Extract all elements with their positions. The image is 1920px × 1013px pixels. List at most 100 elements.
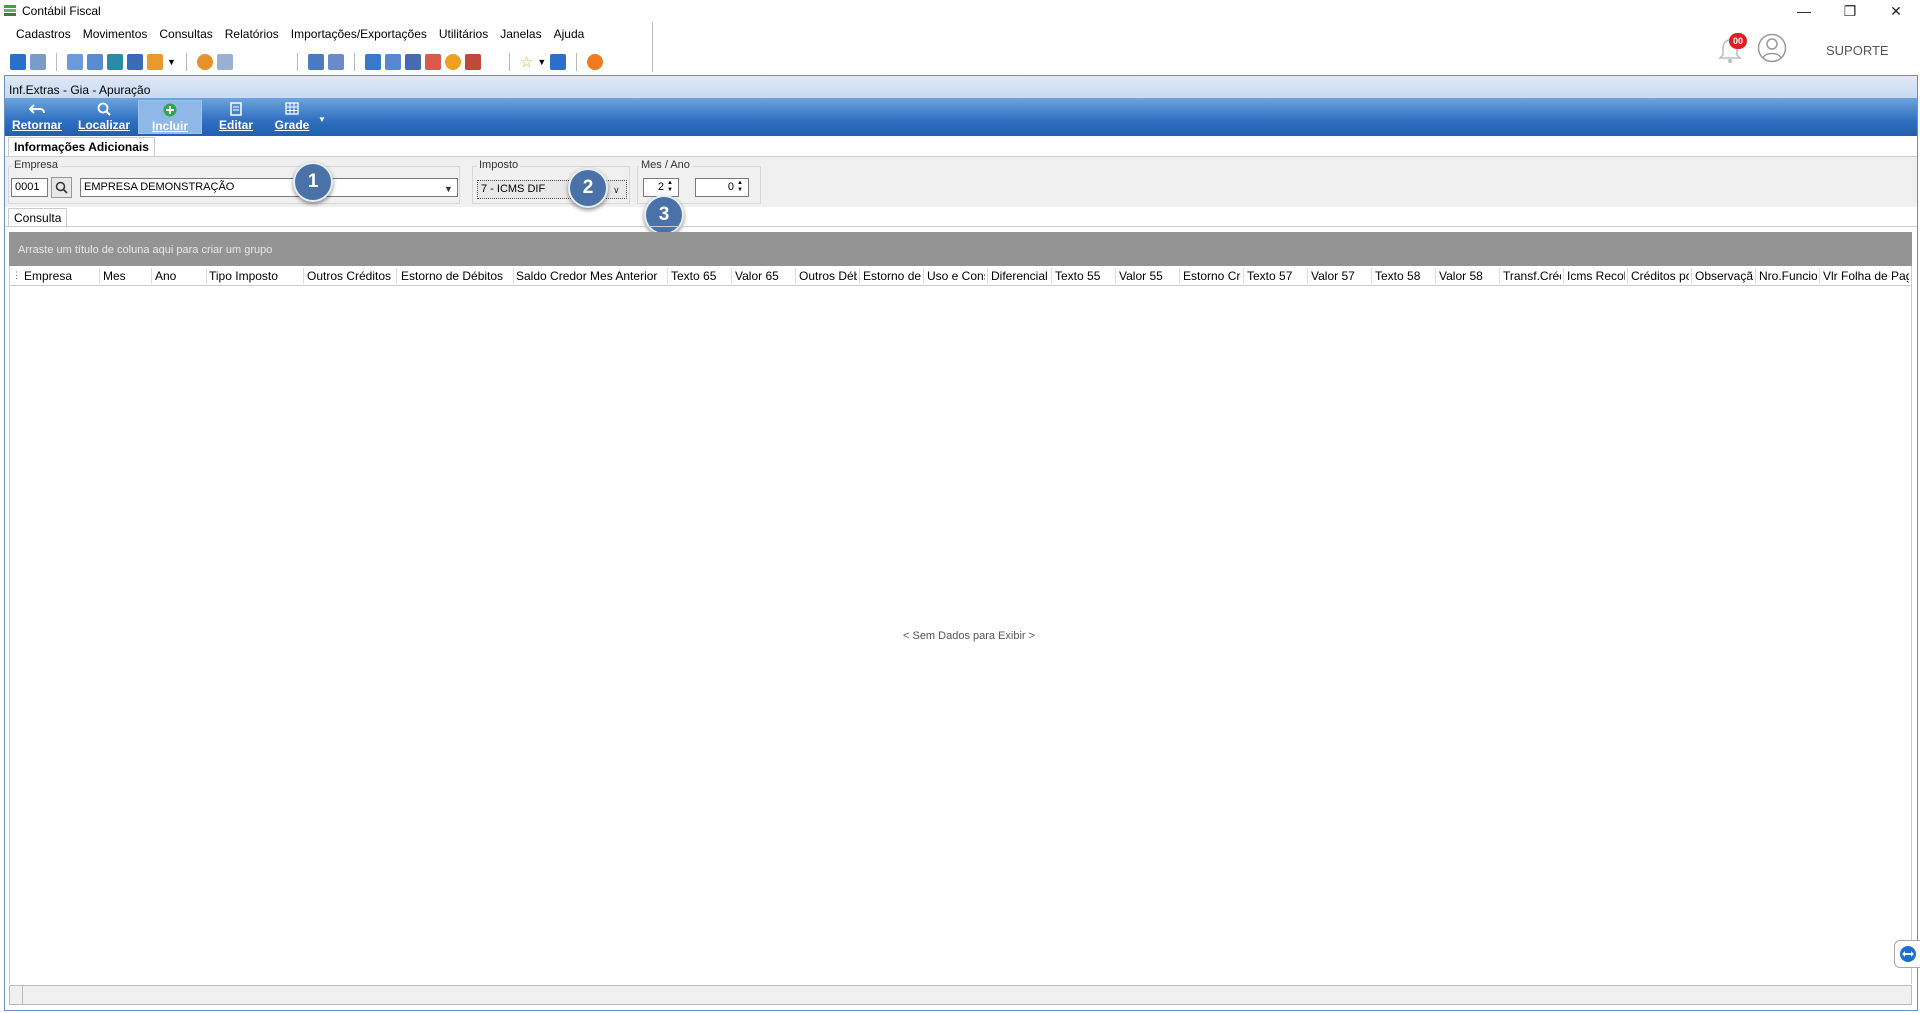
menu-relatorios[interactable]: Relatórios <box>219 25 285 45</box>
col-tipo-imposto[interactable]: Tipo Imposto <box>209 269 303 284</box>
col-separator <box>987 268 988 284</box>
edit-icon <box>230 102 242 116</box>
col-estorno-creditos[interactable]: Estorno Créd <box>1183 269 1241 284</box>
editar-label: Editar <box>218 118 253 132</box>
menu-importacoes[interactable]: Importações/Exportações <box>285 25 433 45</box>
col-separator <box>99 268 100 284</box>
calendar-icon[interactable] <box>127 54 143 70</box>
localizar-label: Localizar <box>77 118 131 132</box>
menu-movimentos[interactable]: Movimentos <box>77 25 154 45</box>
col-valor-65[interactable]: Valor 65 <box>735 269 793 284</box>
empresa-select[interactable]: EMPRESA DEMONSTRAÇÃO <box>80 178 458 197</box>
power-icon[interactable] <box>587 54 604 70</box>
folder-icon[interactable] <box>10 54 26 70</box>
empresa-search-button[interactable] <box>51 177 72 198</box>
col-separator <box>513 268 514 284</box>
col-valor-58[interactable]: Valor 58 <box>1439 269 1497 284</box>
export-icon[interactable] <box>307 54 324 70</box>
col-valor-55[interactable]: Valor 55 <box>1119 269 1177 284</box>
menu-cadastros[interactable]: Cadastros <box>10 25 77 45</box>
col-uso-consumo[interactable]: Uso e Consu <box>927 269 985 284</box>
col-icms-recolher[interactable]: Icms Recolh <box>1567 269 1625 284</box>
data-grid <box>9 266 1912 984</box>
chevron-down-icon[interactable]: ▼ <box>167 57 176 67</box>
col-valor-57[interactable]: Valor 57 <box>1311 269 1369 284</box>
pdf-icon[interactable] <box>464 54 481 70</box>
menu-utilitarios[interactable]: Utilitários <box>433 25 494 45</box>
col-ano[interactable]: Ano <box>155 269 203 284</box>
mail-icon[interactable] <box>424 54 441 70</box>
retornar-button[interactable]: Retornar <box>9 100 65 134</box>
col-diferencial[interactable]: Diferencial d <box>991 269 1049 284</box>
col-texto-57[interactable]: Texto 57 <box>1247 269 1305 284</box>
col-texto-65[interactable]: Texto 65 <box>671 269 729 284</box>
col-creditos-por[interactable]: Créditos por <box>1631 269 1689 284</box>
smile-icon[interactable] <box>444 54 461 70</box>
restore-button[interactable]: ❐ <box>1827 0 1873 22</box>
grade-label: Grade <box>274 118 310 132</box>
chevron-down-icon[interactable]: ▼ <box>318 115 326 124</box>
globe-icon[interactable] <box>196 54 213 70</box>
col-transf-creditos[interactable]: Transf.Crédi <box>1503 269 1561 284</box>
table-icon[interactable] <box>364 54 381 70</box>
search-icon <box>55 181 68 194</box>
col-saldo-credor[interactable]: Saldo Credor Mes Anterior <box>516 269 666 284</box>
tab-consulta[interactable]: Consulta <box>8 208 68 227</box>
close-button[interactable]: ✕ <box>1873 0 1919 22</box>
minimize-button[interactable]: — <box>1781 0 1827 22</box>
col-nro-funcionarios[interactable]: Nro.Funcion <box>1759 269 1817 284</box>
info-icon[interactable] <box>550 54 567 70</box>
col-vlr-folha-pagto[interactable]: Vlr Folha de Pagto <box>1823 269 1909 284</box>
col-outros-debitos[interactable]: Outros Débit <box>799 269 857 284</box>
chevron-down-icon[interactable]: ∨ <box>613 185 620 196</box>
star-icon[interactable]: ☆ <box>520 53 533 71</box>
menu-consultas[interactable]: Consultas <box>153 25 218 45</box>
chevron-down-icon[interactable]: ▼ <box>444 184 453 194</box>
col-mes[interactable]: Mes <box>103 269 151 284</box>
col-estorno-debitos[interactable]: Estorno de Débitos <box>401 269 514 284</box>
col-observacao[interactable]: Observação <box>1695 269 1753 284</box>
calculator-icon[interactable] <box>384 54 401 70</box>
user-icon[interactable] <box>1757 33 1787 63</box>
col-separator <box>1499 268 1500 284</box>
column-chooser-icon[interactable]: ⋮ <box>12 270 21 281</box>
col-texto-58[interactable]: Texto 58 <box>1375 269 1433 284</box>
chevron-down-icon[interactable]: ▼ <box>537 57 546 67</box>
col-separator <box>1435 268 1436 284</box>
grade-button[interactable]: Grade <box>270 100 314 134</box>
document-title: Inf.Extras - Gia - Apuração <box>9 83 151 97</box>
col-outros-creditos[interactable]: Outros Créditos <box>307 269 397 284</box>
col-empresa[interactable]: Empresa <box>24 269 98 284</box>
menu-divider <box>652 22 653 72</box>
localizar-button[interactable]: Localizar <box>75 100 133 134</box>
chart-icon[interactable] <box>147 54 163 70</box>
group-by-panel[interactable] <box>9 232 1912 266</box>
toolbar-separator <box>353 53 355 71</box>
col-separator <box>303 268 304 284</box>
grid-icon[interactable] <box>216 54 233 70</box>
menu-ajuda[interactable]: Ajuda <box>548 25 591 45</box>
user-name[interactable]: SUPORTE <box>1826 43 1889 58</box>
col-texto-55[interactable]: Texto 55 <box>1055 269 1113 284</box>
list-icon[interactable] <box>67 54 83 70</box>
tab-informacoes-adicionais[interactable]: Informações Adicionais <box>8 137 155 157</box>
editar-button[interactable]: Editar <box>214 100 258 134</box>
remote-support-tab[interactable] <box>1894 940 1920 968</box>
col-separator <box>795 268 796 284</box>
menu-janelas[interactable]: Janelas <box>494 25 547 45</box>
col-separator <box>1307 268 1308 284</box>
ano-spinner-arrows[interactable]: ▲ ▼ <box>737 180 743 194</box>
calendar30-icon[interactable] <box>404 54 421 70</box>
database-icon[interactable] <box>107 54 123 70</box>
mes-spinner-arrows[interactable]: ▲ ▼ <box>667 180 673 194</box>
annotation-badge-2: 2 <box>568 168 608 208</box>
retornar-label: Retornar <box>11 118 62 132</box>
empresa-code-input[interactable]: 0001 <box>11 178 48 197</box>
report-icon[interactable] <box>87 54 103 70</box>
remote-support-icon <box>1899 946 1916 962</box>
col-separator <box>1755 268 1756 284</box>
incluir-button[interactable]: Incluir <box>138 100 202 134</box>
col-estorno-de-c[interactable]: Estorno de C <box>863 269 921 284</box>
import-icon[interactable] <box>327 54 344 70</box>
users-icon[interactable] <box>30 54 46 70</box>
